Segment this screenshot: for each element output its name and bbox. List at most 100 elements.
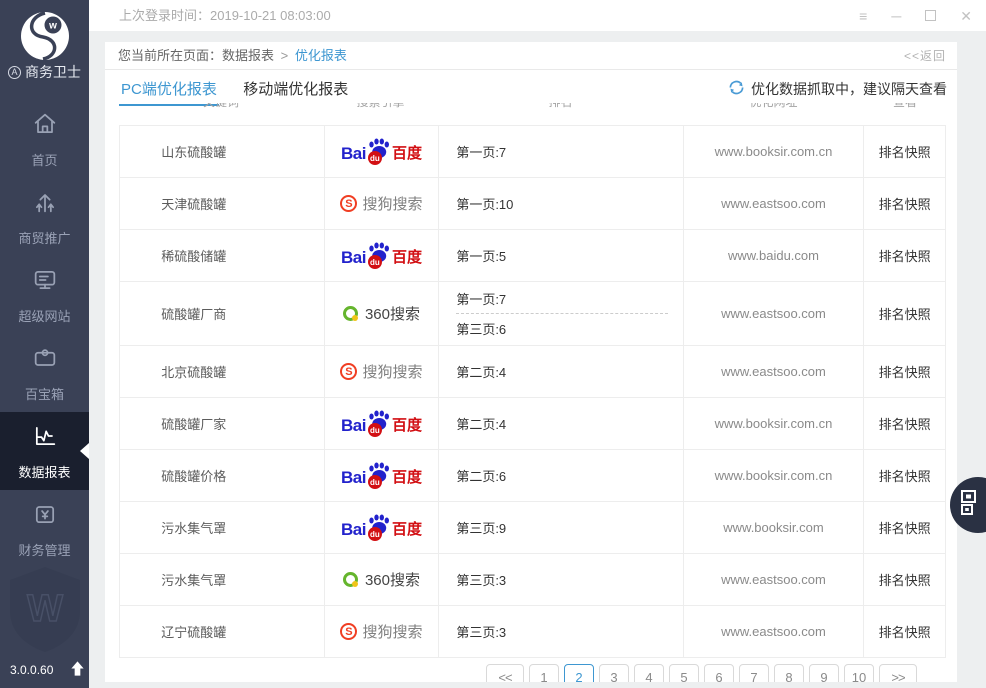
app-logo-icon: w bbox=[0, 10, 89, 67]
sogou-s-icon: S bbox=[340, 195, 357, 212]
action-cell: 排名快照 bbox=[863, 606, 945, 657]
rank-snapshot-link[interactable]: 排名快照 bbox=[879, 246, 931, 265]
rank-cell: 第一页:10 bbox=[438, 178, 682, 229]
baidu-logo-icon: Baidu百度 bbox=[341, 138, 422, 165]
table-row: 稀硫酸储罐Baidu百度第一页:5www.baidu.com排名快照 bbox=[119, 230, 946, 282]
keyword-cell: 硫酸罐厂家 bbox=[120, 398, 324, 449]
refresh-icon[interactable] bbox=[728, 79, 745, 99]
rank-snapshot-link[interactable]: 排名快照 bbox=[879, 362, 931, 381]
sogou-logo-icon: S搜狗搜索 bbox=[340, 621, 422, 642]
active-item-notch bbox=[80, 443, 89, 459]
minimize-button[interactable]: ─ bbox=[891, 9, 901, 23]
baidu-paw-icon: du bbox=[366, 462, 392, 489]
baidu-cn-text: 百度 bbox=[392, 246, 422, 267]
engine-cell: Baidu百度 bbox=[324, 398, 439, 449]
sidebar-item-data-report[interactable]: 数据报表 bbox=[0, 412, 89, 490]
breadcrumb-section: 数据报表 bbox=[222, 48, 274, 63]
url-cell: www.booksir.com.cn bbox=[683, 398, 864, 449]
url-cell: www.eastsoo.com bbox=[683, 178, 864, 229]
breadcrumb-current[interactable]: 优化报表 bbox=[295, 48, 347, 63]
sidebar-item-promotion[interactable]: 商贸推广 bbox=[0, 178, 89, 256]
baidu-cn-text: 百度 bbox=[392, 518, 422, 539]
update-arrow-button[interactable] bbox=[69, 660, 86, 680]
page-button-8[interactable]: 8 bbox=[774, 664, 804, 682]
rank-value: 第三页:3 bbox=[456, 622, 506, 641]
rank-value: 第二页:6 bbox=[456, 466, 506, 485]
pagination-prev-button[interactable]: << bbox=[486, 664, 524, 682]
close-button[interactable]: ✕ bbox=[960, 9, 972, 23]
so360-ring-icon bbox=[343, 306, 358, 321]
rank-cell: 第二页:6 bbox=[438, 450, 682, 501]
sidebar-item-label: 财务管理 bbox=[18, 540, 70, 559]
url-cell: www.eastsoo.com bbox=[683, 346, 864, 397]
url-cell: www.eastsoo.com bbox=[683, 606, 864, 657]
baidu-bai-text: Bai bbox=[341, 520, 366, 540]
sidebar-item-website[interactable]: 超级网站 bbox=[0, 256, 89, 334]
rank-value: 第三页:3 bbox=[456, 570, 506, 589]
page-button-2[interactable]: 2 bbox=[564, 664, 594, 682]
baidu-logo-icon: Baidu百度 bbox=[341, 410, 422, 437]
rank-snapshot-link[interactable]: 排名快照 bbox=[879, 518, 931, 537]
page-button-9[interactable]: 9 bbox=[809, 664, 839, 682]
page-button-5[interactable]: 5 bbox=[669, 664, 699, 682]
action-cell: 排名快照 bbox=[863, 126, 945, 177]
baidu-cn-text: 百度 bbox=[392, 142, 422, 163]
table-row: 硫酸罐厂家 Baidu百度 第二页:4 www.booksir.com.cn 排名快照 bbox=[119, 398, 946, 450]
table-row: 辽宁硫酸罐 S搜狗搜索 第三页:3 www.eastsoo.com 排名快照 bbox=[119, 606, 946, 658]
maximize-button[interactable] bbox=[925, 10, 936, 21]
table-header-cell: 搜索引擎 bbox=[323, 103, 438, 115]
toolbox-icon bbox=[31, 344, 59, 375]
keyword-cell: 污水集气罩 bbox=[120, 502, 324, 553]
rank-snapshot-link[interactable]: 排名快照 bbox=[879, 304, 931, 323]
baidu-paw-icon: du bbox=[366, 242, 392, 269]
rank-snapshot-link[interactable]: 排名快照 bbox=[879, 414, 931, 433]
rank-value: 第一页:7 bbox=[456, 142, 506, 161]
keyword-cell: 辽宁硫酸罐 bbox=[120, 606, 324, 657]
menu-icon[interactable]: ≡ bbox=[859, 9, 867, 23]
qr-code-icon bbox=[959, 489, 985, 522]
baidu-bai-text: Bai bbox=[341, 468, 366, 488]
page-button-6[interactable]: 6 bbox=[704, 664, 734, 682]
rank-snapshot-link[interactable]: 排名快照 bbox=[879, 194, 931, 213]
action-cell: 排名快照 bbox=[863, 502, 945, 553]
baidu-paw-icon: du bbox=[366, 514, 392, 541]
baidu-bai-text: Bai bbox=[341, 416, 366, 436]
report-card: 您当前所在页面：数据报表 > 优化报表 <<返回 PC端优化报表 移动端优化报表 bbox=[105, 42, 957, 682]
so360-text: 360搜索 bbox=[365, 569, 420, 590]
pagination-next-button[interactable]: >> bbox=[879, 664, 917, 682]
page-button-4[interactable]: 4 bbox=[634, 664, 664, 682]
page-button-10[interactable]: 10 bbox=[844, 664, 874, 682]
keyword-cell: 山东硫酸罐 bbox=[120, 126, 324, 177]
sidebar-item-home[interactable]: 首页 bbox=[0, 100, 89, 178]
sidebar-item-label: 商贸推广 bbox=[18, 228, 70, 247]
url-cell: www.booksir.com.cn bbox=[683, 126, 864, 177]
sidebar-item-toolbox[interactable]: 百宝箱 bbox=[0, 334, 89, 412]
engine-cell: 360搜索 bbox=[324, 554, 439, 605]
keyword-cell: 污水集气罩 bbox=[120, 554, 324, 605]
back-link[interactable]: <<返回 bbox=[904, 42, 946, 70]
shield-watermark-icon: W bbox=[5, 563, 85, 660]
rank-snapshot-link[interactable]: 排名快照 bbox=[879, 570, 931, 589]
sidebar-item-finance[interactable]: 财务管理 bbox=[0, 490, 89, 568]
engine-cell: S搜狗搜索 bbox=[324, 606, 439, 657]
tab-mobile-report[interactable]: 移动端优化报表 bbox=[241, 70, 350, 104]
page-button-7[interactable]: 7 bbox=[739, 664, 769, 682]
rank-snapshot-link[interactable]: 排名快照 bbox=[879, 142, 931, 161]
report-table-body: 山东硫酸罐Baidu百度第一页:7www.booksir.com.cn排名快照天… bbox=[119, 125, 946, 658]
page-button-1[interactable]: 1 bbox=[529, 664, 559, 682]
page-button-3[interactable]: 3 bbox=[599, 664, 629, 682]
baidu-cn-text: 百度 bbox=[392, 466, 422, 487]
rank-cell: 第一页:7第三页:6 bbox=[438, 282, 682, 345]
svg-text:W: W bbox=[27, 588, 63, 630]
rank-cell: 第二页:4 bbox=[438, 398, 682, 449]
action-cell: 排名快照 bbox=[863, 282, 945, 345]
url-cell: www.baidu.com bbox=[683, 230, 864, 281]
rank-snapshot-link[interactable]: 排名快照 bbox=[879, 466, 931, 485]
table-header-clipped: 关键词搜索引擎排名优化网址查看 bbox=[119, 103, 946, 116]
so360-logo-icon: 360搜索 bbox=[343, 569, 420, 590]
tab-pc-report[interactable]: PC端优化报表 bbox=[119, 70, 219, 106]
rank-cell: 第三页:3 bbox=[438, 606, 682, 657]
rank-snapshot-link[interactable]: 排名快照 bbox=[879, 622, 931, 641]
brand-label: 商务卫士 bbox=[25, 62, 81, 82]
rank-value: 第二页:4 bbox=[456, 414, 506, 433]
